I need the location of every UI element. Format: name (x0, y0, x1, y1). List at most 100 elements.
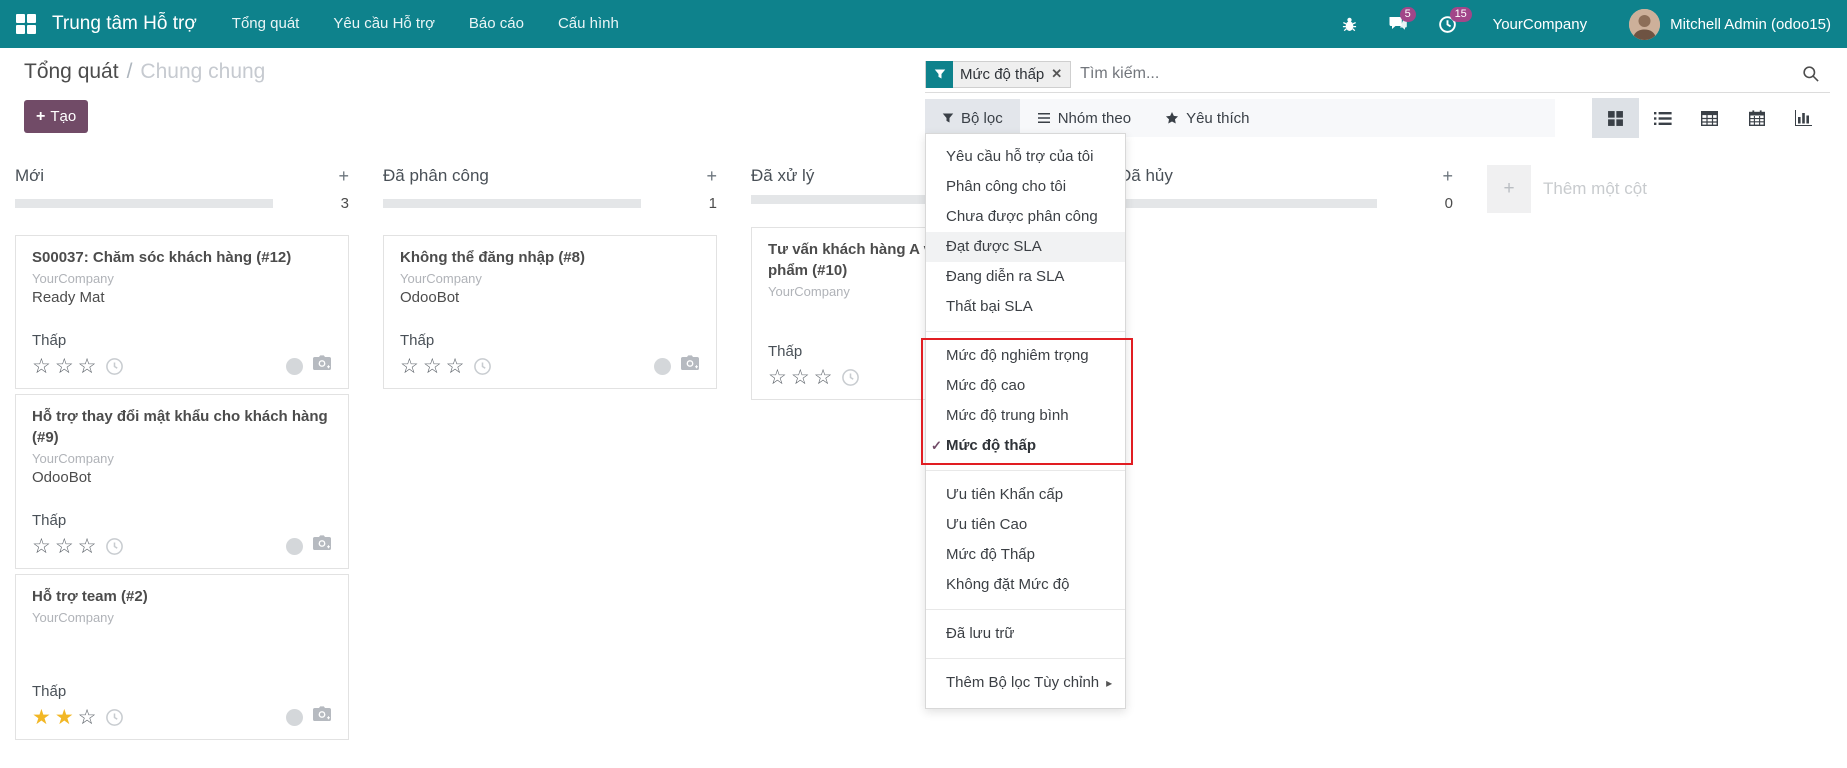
breadcrumb-current: Chung chung (140, 60, 265, 83)
filter-item-that-bai-sla[interactable]: Thất bại SLA (926, 292, 1125, 322)
clock-icon[interactable] (105, 708, 124, 727)
card-tag: Thấp (400, 332, 700, 349)
star-icon[interactable] (768, 367, 787, 388)
list-view-button[interactable] (1639, 98, 1686, 138)
menu-separator (926, 331, 1125, 332)
kanban-card[interactable]: S00037: Chăm sóc khách hàng (#12) YourCo… (15, 235, 349, 389)
filter-item-da-luu-tru[interactable]: Đã lưu trữ (926, 619, 1125, 649)
camera-icon[interactable] (680, 355, 700, 377)
search-input[interactable]: Mức độ thấp Tìm kiếm... (925, 56, 1830, 93)
add-column: Thêm một cột (1487, 165, 1647, 213)
messages-icon[interactable]: 5 (1388, 15, 1408, 33)
column-title[interactable]: Mới (15, 166, 327, 186)
filter-item-muc-do-trung-binh[interactable]: Mức độ trung bình (926, 401, 1125, 431)
camera-icon[interactable] (312, 355, 332, 377)
filter-item-muc-do-nghiem-trong[interactable]: Mức độ nghiêm trọng (926, 341, 1125, 371)
add-card-icon[interactable] (1431, 166, 1453, 187)
column-progressbar[interactable] (1119, 199, 1377, 208)
camera-icon[interactable] (312, 706, 332, 728)
filter-item-dang-dien-ra-sla[interactable]: Đang diễn ra SLA (926, 262, 1125, 292)
filter-item-chua-duoc-phan-cong[interactable]: Chưa được phân công (926, 202, 1125, 232)
star-icon[interactable] (78, 356, 97, 377)
status-dot-icon[interactable] (286, 538, 303, 555)
star-icon[interactable] (423, 356, 442, 377)
add-column-icon[interactable] (1487, 165, 1531, 213)
filter-item-uu-tien-khan-cap[interactable]: Ưu tiên Khẩn cấp (926, 480, 1125, 510)
star-icon[interactable] (55, 536, 74, 557)
groupby-button[interactable]: Nhóm theo (1020, 99, 1148, 137)
kanban-card[interactable]: Hỗ trợ thay đổi mật khẩu cho khách hàng … (15, 394, 349, 569)
filter-item-phan-cong-cho-toi[interactable]: Phân công cho tôi (926, 172, 1125, 202)
filter-funnel-icon (926, 61, 953, 88)
facet-remove-icon[interactable] (1051, 66, 1070, 82)
star-icon[interactable] (32, 536, 51, 557)
plus-icon: + (36, 108, 45, 126)
clock-icon[interactable] (105, 537, 124, 556)
camera-icon[interactable] (312, 535, 332, 557)
card-partner: OdooBot (400, 289, 700, 306)
apps-menu-icon[interactable] (16, 14, 36, 34)
user-avatar[interactable] (1629, 9, 1660, 40)
company-switcher[interactable]: YourCompany (1493, 16, 1588, 33)
search-options-bar: Bộ lọc Nhóm theo Yêu thích (925, 99, 1555, 137)
status-dot-icon[interactable] (286, 358, 303, 375)
kanban-view-button[interactable] (1592, 98, 1639, 138)
star-icon[interactable] (446, 356, 465, 377)
clock-icon[interactable] (473, 357, 492, 376)
add-card-icon[interactable] (327, 166, 349, 187)
column-progressbar[interactable] (15, 199, 273, 208)
filter-item-uu-tien-cao[interactable]: Ưu tiên Cao (926, 510, 1125, 540)
nav-item-cau-hinh[interactable]: Cấu hình (541, 0, 636, 48)
status-dot-icon[interactable] (286, 709, 303, 726)
filter-item-dat-duoc-sla[interactable]: Đạt được SLA (926, 232, 1125, 262)
card-partner: Ready Mat (32, 289, 332, 306)
search-icon[interactable] (1802, 65, 1820, 88)
nav-item-bao-cao[interactable]: Báo cáo (452, 0, 541, 48)
pivot-view-button[interactable] (1686, 98, 1733, 138)
priority-stars (32, 536, 96, 557)
filter-item-muc-do-thap[interactable]: Mức độ thấp (926, 431, 1125, 461)
star-icon[interactable] (55, 707, 74, 728)
kanban-card[interactable]: Không thể đăng nhập (#8) YourCompany Odo… (383, 235, 717, 389)
breadcrumb-separator: / (119, 60, 141, 83)
add-card-icon[interactable] (695, 166, 717, 187)
column-progressbar[interactable] (383, 199, 641, 208)
filter-item-them-bo-loc-tuy-chinh[interactable]: Thêm Bộ lọc Tùy chỉnh (926, 668, 1125, 698)
kanban-card[interactable]: Hỗ trợ team (#2) YourCompany Thấp (15, 574, 349, 740)
app-title[interactable]: Trung tâm Hỗ trợ (52, 13, 197, 35)
clock-icon[interactable] (841, 368, 860, 387)
breadcrumb-parent[interactable]: Tổng quát (24, 60, 119, 83)
filters-button[interactable]: Bộ lọc (925, 99, 1020, 137)
debug-bug-icon[interactable] (1341, 16, 1358, 33)
kanban-column-da-phan-cong: Đã phân công 1 Không thể đăng nhập (#8) … (383, 160, 717, 768)
add-column-label[interactable]: Thêm một cột (1543, 179, 1647, 199)
filter-item-muc-do-thap-2[interactable]: Mức độ Thấp (926, 540, 1125, 570)
filter-item-muc-do-cao[interactable]: Mức độ cao (926, 371, 1125, 401)
star-icon[interactable] (78, 536, 97, 557)
nav-menu: Tổng quát Yêu cầu Hỗ trợ Báo cáo Cấu hìn… (215, 0, 636, 48)
filter-item-yeu-cau-cua-toi[interactable]: Yêu cầu hỗ trợ của tôi (926, 142, 1125, 172)
status-dot-icon[interactable] (654, 358, 671, 375)
calendar-view-button[interactable] (1733, 98, 1780, 138)
star-icon[interactable] (400, 356, 419, 377)
user-menu[interactable]: Mitchell Admin (odoo15) (1670, 16, 1831, 33)
star-icon[interactable] (32, 707, 51, 728)
activities-clock-icon[interactable]: 15 (1438, 15, 1457, 34)
graph-view-button[interactable] (1780, 98, 1827, 138)
column-count: 0 (1431, 195, 1453, 212)
create-button[interactable]: + Tạo (24, 100, 88, 133)
column-title[interactable]: Đã hủy (1119, 166, 1431, 186)
favorites-button[interactable]: Yêu thích (1148, 99, 1266, 137)
star-icon[interactable] (32, 356, 51, 377)
nav-item-tong-quat[interactable]: Tổng quát (215, 0, 317, 48)
star-icon[interactable] (55, 356, 74, 377)
star-icon[interactable] (814, 367, 833, 388)
star-icon[interactable] (78, 707, 97, 728)
top-navbar: Trung tâm Hỗ trợ Tổng quát Yêu cầu Hỗ tr… (0, 0, 1847, 48)
nav-item-yeu-cau-ho-tro[interactable]: Yêu cầu Hỗ trợ (316, 0, 452, 48)
column-title[interactable]: Đã phân công (383, 166, 695, 186)
card-tag: Thấp (32, 332, 332, 349)
star-icon[interactable] (791, 367, 810, 388)
filter-item-khong-dat-muc-do[interactable]: Không đặt Mức độ (926, 570, 1125, 600)
clock-icon[interactable] (105, 357, 124, 376)
